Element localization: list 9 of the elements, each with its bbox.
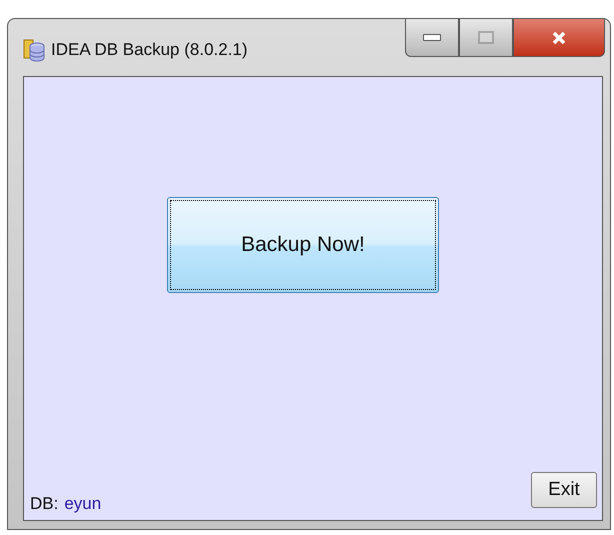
- db-name: eyun: [64, 494, 102, 514]
- window-title: IDEA DB Backup (8.0.2.1): [51, 40, 248, 60]
- exit-button[interactable]: Exit: [531, 472, 597, 508]
- minimize-button[interactable]: [405, 19, 459, 57]
- db-label: DB:: [30, 494, 58, 514]
- backup-now-button[interactable]: Backup Now!: [167, 196, 439, 292]
- close-icon: [551, 30, 567, 44]
- close-button[interactable]: [513, 19, 605, 57]
- database-icon: [23, 38, 45, 62]
